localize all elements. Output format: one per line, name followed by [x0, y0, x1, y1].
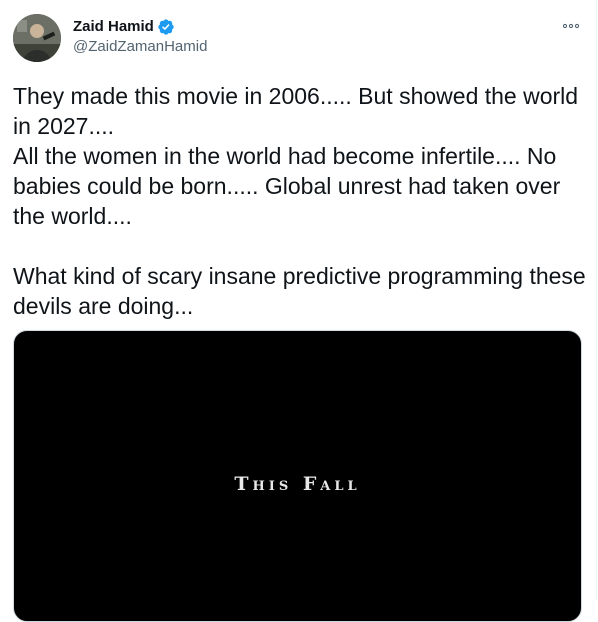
more-options-icon[interactable] [556, 14, 586, 38]
avatar-image [13, 14, 61, 62]
tweet-card: Zaid Hamid @ZaidZamanHamid They made thi… [0, 0, 598, 622]
tweet-media-video[interactable]: This Fall [13, 330, 582, 622]
avatar[interactable] [13, 14, 61, 62]
verified-badge-icon [157, 18, 175, 36]
author-name-row[interactable]: Zaid Hamid [73, 17, 175, 37]
media-caption-text: This Fall [234, 473, 361, 495]
column-divider [596, 0, 597, 600]
tweet-text: They made this movie in 2006..... But sh… [13, 83, 586, 319]
author-display-name[interactable]: Zaid Hamid [73, 17, 154, 37]
author-handle[interactable]: @ZaidZamanHamid [73, 37, 207, 57]
